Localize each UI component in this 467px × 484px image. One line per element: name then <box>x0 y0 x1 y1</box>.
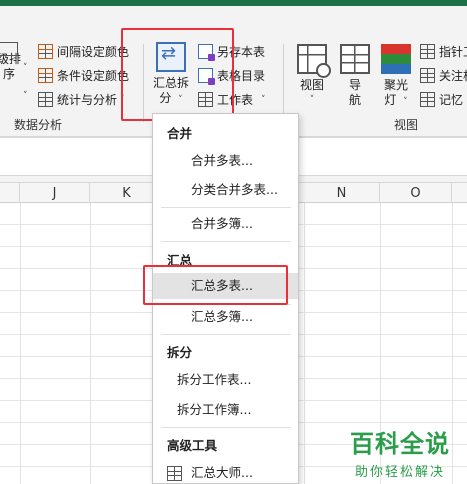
menu-item-label: 拆分工作表... <box>177 372 252 387</box>
menu-item-label: 合并多簿... <box>191 216 253 231</box>
menu-section-header-merge: 合并 <box>167 126 193 141</box>
menu-item-category-merge[interactable]: 分类合并多表... <box>153 177 298 203</box>
column-header-j[interactable]: J <box>20 183 90 204</box>
statistics-button[interactable]: 统计与分析 ˅ <box>38 91 125 108</box>
condition-color-button[interactable]: 条件设定颜色 <box>38 67 129 84</box>
statistics-label: 统计与分析 <box>57 93 118 107</box>
sort-label-line2: 序 <box>2 67 15 81</box>
interval-color-label: 间隔设定颜色 <box>57 45 130 59</box>
spotlight-button[interactable]: 聚光 灯 ˅ <box>378 44 414 110</box>
menu-item-merge-workbooks[interactable]: 合并多簿... <box>153 211 298 237</box>
sort-icon <box>0 42 18 56</box>
menu-item-split-workbook[interactable]: 拆分工作簿... <box>153 397 298 423</box>
spotlight-label-line1: 聚光 <box>383 78 408 92</box>
navigation-button[interactable]: 导 航 <box>337 44 373 108</box>
memory-icon <box>420 92 435 107</box>
navigation-icon <box>340 44 370 74</box>
watermark: 百科全说 助你轻松解决 <box>340 424 460 480</box>
focus-icon <box>420 68 435 83</box>
menu-item-split-worksheet[interactable]: 拆分工作表... <box>153 367 298 393</box>
column-header-partial[interactable] <box>0 183 20 204</box>
menu-section-header-split: 拆分 <box>167 345 193 360</box>
focus-button[interactable]: 关注相 <box>420 67 467 84</box>
interval-color-icon <box>38 44 53 59</box>
chevron-down-icon: ˅ <box>403 97 408 107</box>
summary-master-icon <box>167 466 182 481</box>
pointer-tool-label: 指针工 <box>439 45 467 59</box>
condition-color-icon <box>38 68 53 83</box>
view-label: 视图 <box>299 78 324 92</box>
pointer-tool-button[interactable]: 指针工 <box>420 43 467 60</box>
menu-item-label: 拆分工作簿... <box>177 402 252 417</box>
menu-item-label: 汇总多簿... <box>191 309 253 324</box>
spotlight-label-line2: 灯 <box>384 93 397 107</box>
grid-column-line <box>304 203 305 484</box>
group-label-data-analysis: 数据分析 <box>14 118 63 132</box>
focus-label: 关注相 <box>439 69 467 83</box>
highlight-box-merge-split <box>121 28 234 121</box>
menu-item-summary-master[interactable]: 汇总大师... <box>153 460 298 484</box>
chevron-down-icon: ˅ <box>261 94 266 105</box>
navigation-label-line2: 航 <box>348 93 361 107</box>
grid-column-line <box>90 203 91 484</box>
partial-sort-button[interactable]: 级排 序 <box>0 52 22 82</box>
menu-item-label: 合并多表... <box>191 153 253 168</box>
menu-section-header-advanced: 高级工具 <box>167 438 218 453</box>
statistics-icon <box>38 92 53 107</box>
memory-button[interactable]: 记忆 <box>420 91 463 108</box>
menu-divider <box>161 427 291 428</box>
chevron-down-icon: ˅ <box>309 95 315 105</box>
group-label-view: 视图 <box>394 118 419 132</box>
navigation-label-line1: 导 <box>348 78 361 92</box>
memory-label: 记忆 <box>439 93 464 107</box>
menu-item-label: 分类合并多表... <box>191 182 278 197</box>
column-header-n[interactable]: N <box>304 183 380 204</box>
column-header-o[interactable]: O <box>380 183 452 204</box>
menu-divider <box>161 334 291 335</box>
menu-divider <box>161 241 291 242</box>
menu-item-merge-sheets[interactable]: 合并多表... <box>153 148 298 174</box>
condition-color-label: 条件设定颜色 <box>57 69 130 83</box>
chevron-down-icon: ˅ <box>23 91 28 101</box>
grid-column-line <box>20 203 21 484</box>
spotlight-icon <box>381 44 411 74</box>
watermark-subtitle: 助你轻松解决 <box>354 465 445 480</box>
watermark-title: 百科全说 <box>350 430 450 458</box>
view-button[interactable]: 视图 ˅ <box>294 44 331 108</box>
view-icon <box>297 44 331 78</box>
chevron-down-icon: ˅ <box>23 63 28 73</box>
menu-divider <box>161 207 291 208</box>
interval-color-button[interactable]: 间隔设定颜色 <box>38 43 129 60</box>
menu-item-summarize-workbooks[interactable]: 汇总多簿... <box>153 304 298 330</box>
highlight-box-summarize-sheets <box>143 265 288 305</box>
group-divider <box>283 44 284 122</box>
menu-item-label: 汇总大师... <box>191 465 253 480</box>
pointer-tool-icon <box>420 44 435 59</box>
